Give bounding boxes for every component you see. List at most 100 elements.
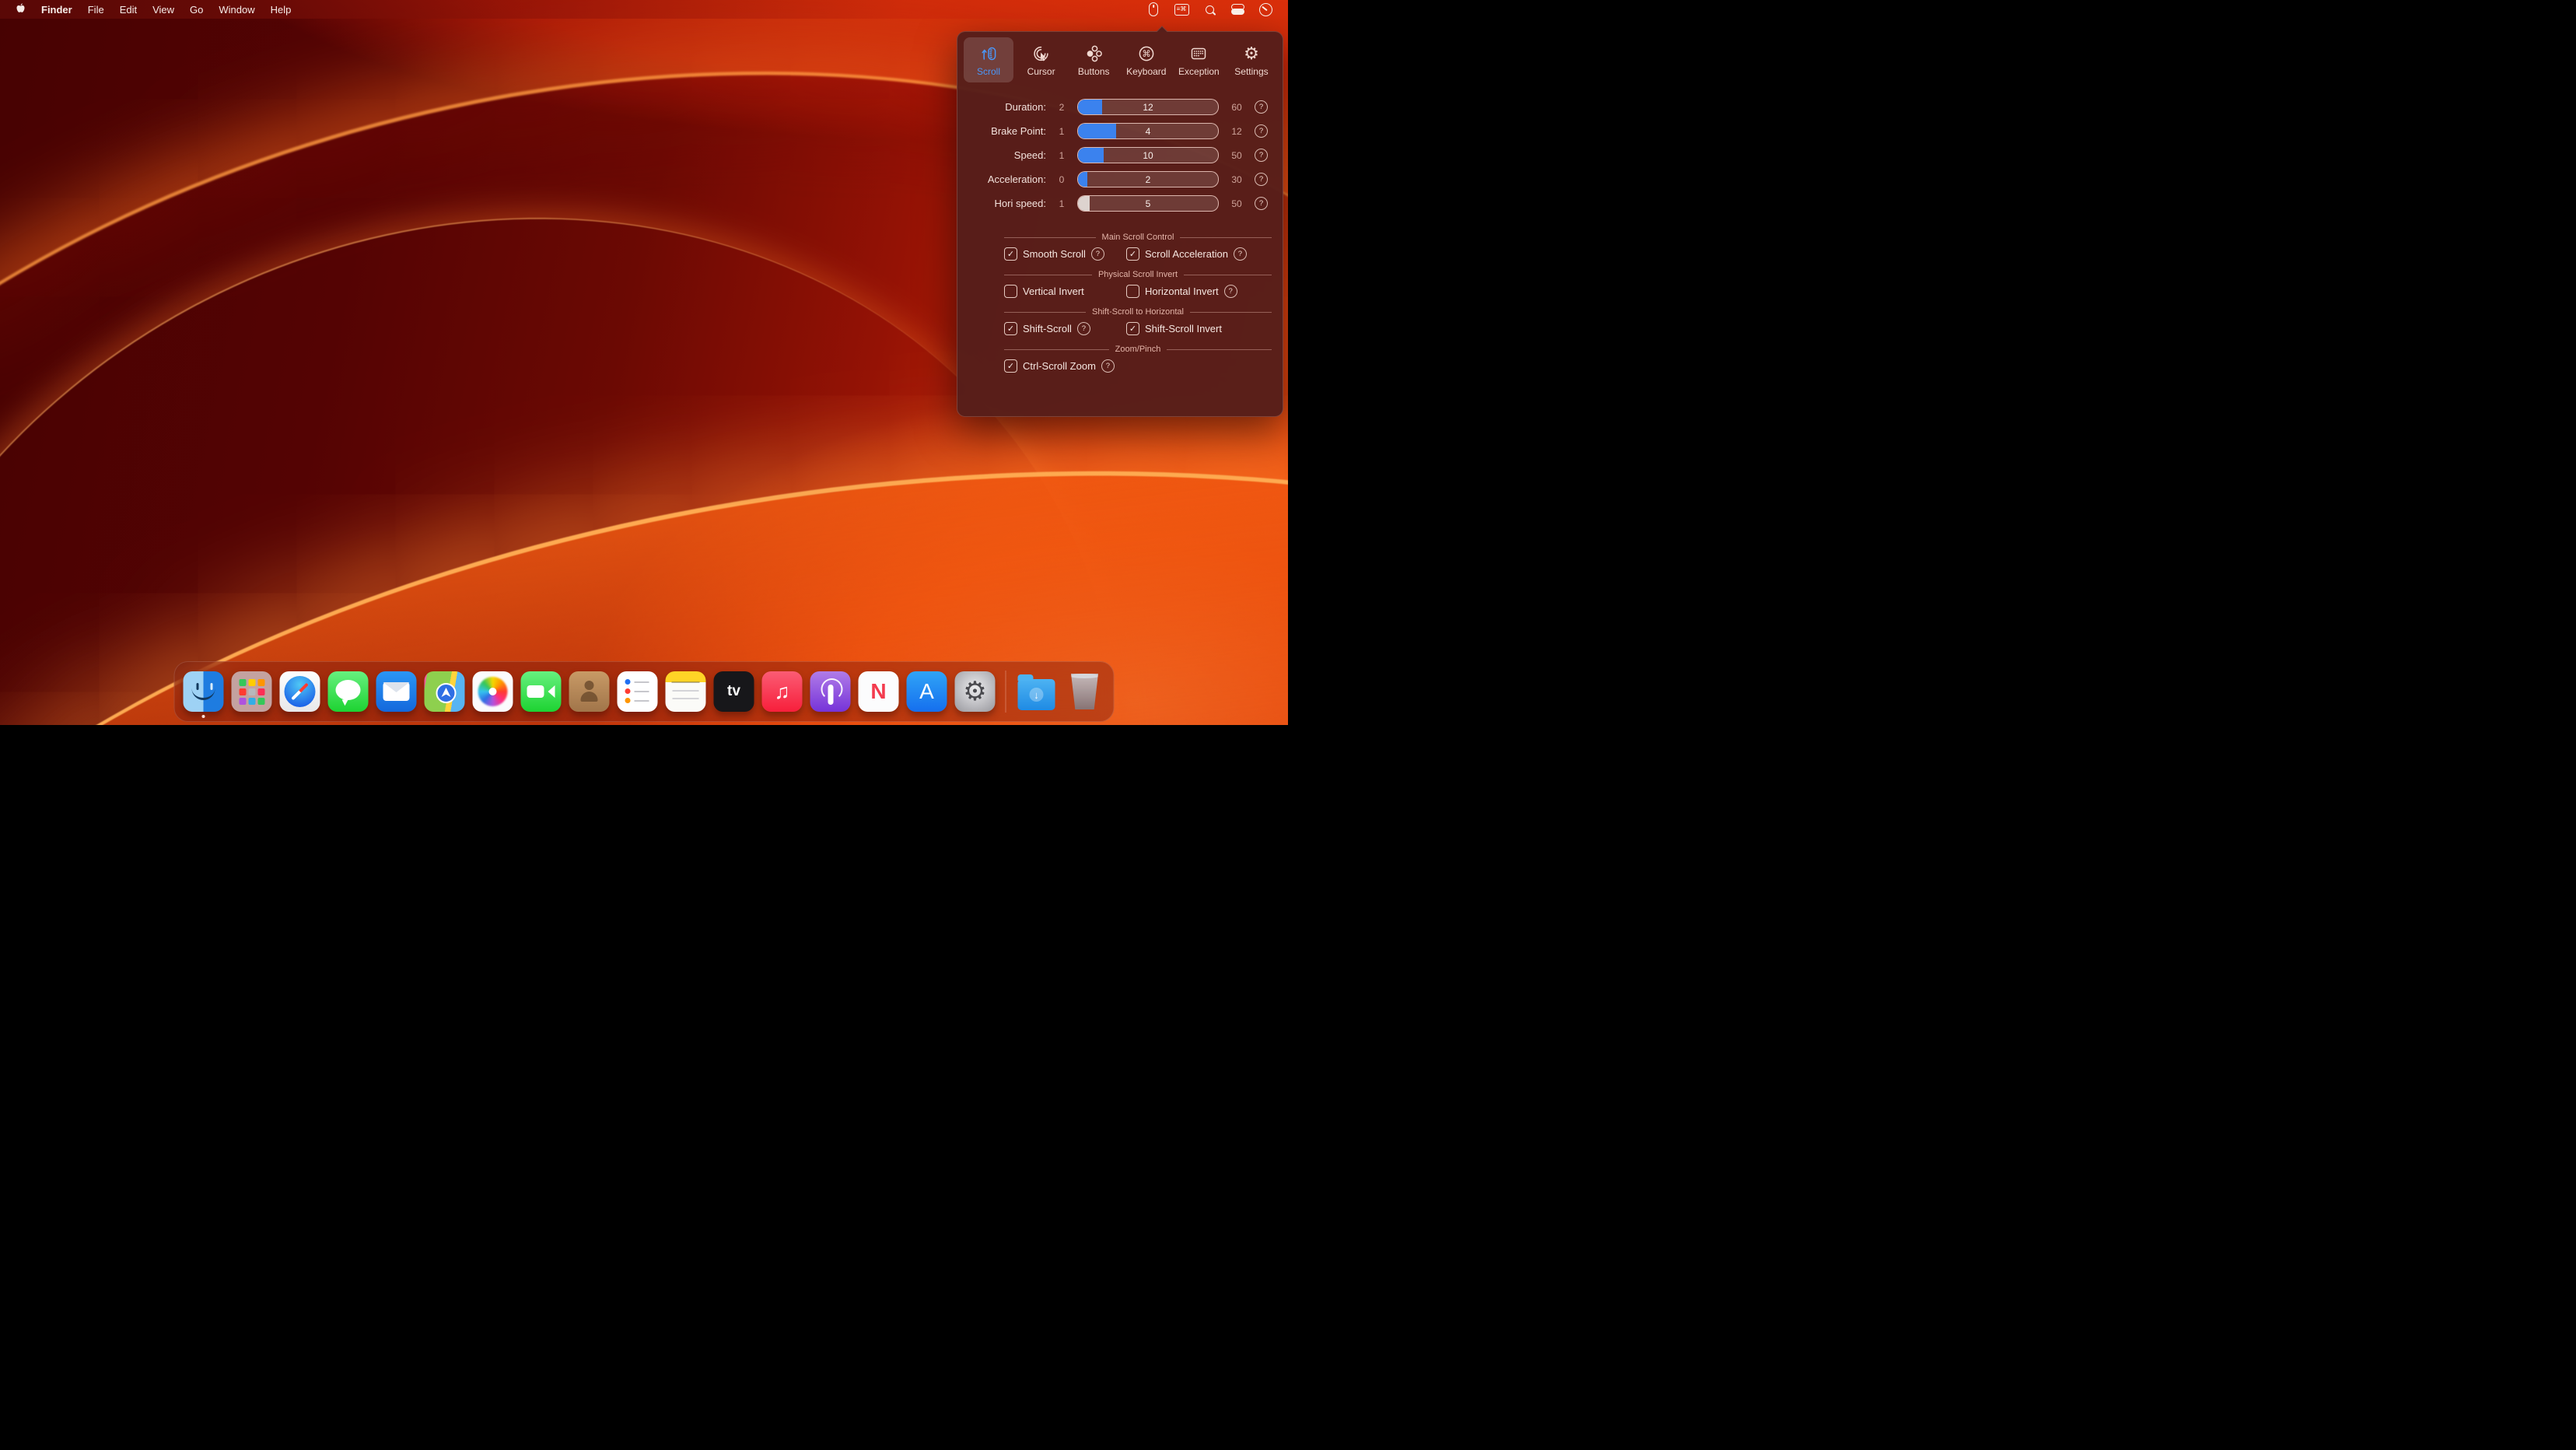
news-letter: N xyxy=(870,679,886,704)
help-icon[interactable]: ? xyxy=(1255,149,1268,162)
tab-settings[interactable]: ⚙ Settings xyxy=(1227,37,1276,82)
tab-buttons[interactable]: Buttons xyxy=(1069,37,1118,82)
menu-go[interactable]: Go xyxy=(182,4,211,16)
scroll-acceleration-checkbox[interactable]: ✓ Scroll Acceleration ? xyxy=(1126,247,1247,261)
acceleration-slider[interactable]: 2 xyxy=(1077,171,1219,187)
music-note-icon: ♫ xyxy=(774,680,789,704)
dock-item-contacts[interactable] xyxy=(567,664,612,719)
smooth-scroll-checkbox[interactable]: ✓ Smooth Scroll ? xyxy=(1004,247,1126,261)
duration-slider[interactable]: 12 xyxy=(1077,99,1219,115)
checkbox-icon[interactable]: ✓ xyxy=(1004,247,1017,261)
shift-scroll-checkbox[interactable]: ✓ Shift-Scroll ? xyxy=(1004,322,1126,335)
tab-exception[interactable]: Exception xyxy=(1174,37,1223,82)
menu-bar: Finder File Edit View Go Window Help xyxy=(0,0,1288,19)
dock-item-notes[interactable] xyxy=(663,664,709,719)
shortcuts-window-icon[interactable] xyxy=(1173,0,1190,19)
checkbox-label: Horizontal Invert xyxy=(1145,285,1219,297)
checkbox-icon[interactable] xyxy=(1004,285,1017,298)
dock-item-mail[interactable] xyxy=(374,664,419,719)
tv-label: tv xyxy=(727,683,740,700)
dock-item-appstore[interactable]: A xyxy=(905,664,950,719)
dock-item-trash[interactable] xyxy=(1062,664,1108,719)
horizontal-invert-checkbox[interactable]: Horizontal Invert ? xyxy=(1126,285,1237,298)
dock-item-downloads[interactable]: ↓ xyxy=(1014,664,1059,719)
spotlight-search-icon[interactable] xyxy=(1201,0,1218,19)
tab-keyboard[interactable]: ⌘ Keyboard xyxy=(1122,37,1171,82)
dock-item-news[interactable]: N xyxy=(856,664,901,719)
checkbox-label: Scroll Acceleration xyxy=(1145,248,1228,260)
help-icon[interactable]: ? xyxy=(1255,173,1268,186)
dock-item-music[interactable]: ♫ xyxy=(760,664,805,719)
section-title: Zoom/Pinch xyxy=(1004,345,1272,354)
dock-item-safari[interactable] xyxy=(278,664,323,719)
menu-window[interactable]: Window xyxy=(211,4,262,16)
dock-item-finder[interactable] xyxy=(181,664,226,719)
podcasts-icon xyxy=(810,671,851,712)
brake-point-slider[interactable]: 4 xyxy=(1077,123,1219,139)
slider-value: 4 xyxy=(1078,124,1218,138)
help-icon[interactable]: ? xyxy=(1234,247,1247,261)
tab-cursor[interactable]: Cursor xyxy=(1017,37,1066,82)
tab-label: Keyboard xyxy=(1126,66,1166,77)
help-icon[interactable]: ? xyxy=(1224,285,1237,298)
checkbox-icon[interactable]: ✓ xyxy=(1126,247,1139,261)
menu-help[interactable]: Help xyxy=(263,4,299,16)
clock-icon[interactable] xyxy=(1257,0,1274,19)
help-icon[interactable]: ? xyxy=(1255,197,1268,210)
checkbox-label: Ctrl-Scroll Zoom xyxy=(1023,360,1096,372)
reminders-icon xyxy=(618,671,658,712)
launchpad-icon xyxy=(232,671,272,712)
running-indicator xyxy=(202,715,205,718)
dock-item-podcasts[interactable] xyxy=(808,664,853,719)
slider-row-brake-point: Brake Point: 1 4 12 ? xyxy=(957,119,1283,143)
checkbox-icon[interactable]: ✓ xyxy=(1004,322,1017,335)
finder-icon xyxy=(184,671,224,712)
vertical-invert-checkbox[interactable]: Vertical Invert xyxy=(1004,285,1126,298)
help-icon[interactable]: ? xyxy=(1091,247,1104,261)
slider-value: 5 xyxy=(1078,196,1218,211)
help-icon[interactable]: ? xyxy=(1255,100,1268,114)
tab-scroll[interactable]: Scroll xyxy=(964,37,1013,82)
checkbox-icon[interactable] xyxy=(1126,285,1139,298)
menu-file[interactable]: File xyxy=(80,4,112,16)
app-menu-title[interactable]: Finder xyxy=(33,4,80,16)
popover-arrow xyxy=(1154,25,1168,32)
menu-edit[interactable]: Edit xyxy=(112,4,145,16)
slider-row-hori-speed: Hori speed: 1 5 50 ? xyxy=(957,191,1283,215)
help-icon[interactable]: ? xyxy=(1077,322,1090,335)
mouse-icon[interactable] xyxy=(1145,0,1162,19)
slider-row-duration: Duration: 2 12 60 ? xyxy=(957,95,1283,119)
hori-speed-slider[interactable]: 5 xyxy=(1077,195,1219,212)
help-icon[interactable]: ? xyxy=(1101,359,1115,373)
menu-view[interactable]: View xyxy=(145,4,182,16)
dock-item-facetime[interactable] xyxy=(519,664,564,719)
contacts-icon xyxy=(569,671,610,712)
dock-item-photos[interactable] xyxy=(471,664,516,719)
mos-preferences-popover: Scroll Cursor Buttons ⌘ Keyboard xyxy=(957,31,1283,417)
dock-item-launchpad[interactable] xyxy=(229,664,275,719)
dock-item-messages[interactable] xyxy=(326,664,371,719)
checkbox-icon[interactable]: ✓ xyxy=(1126,322,1139,335)
slider-min: 1 xyxy=(1052,150,1071,161)
control-center-icon[interactable] xyxy=(1229,0,1246,19)
slider-min: 1 xyxy=(1052,126,1071,137)
appstore-icon: A xyxy=(907,671,947,712)
checkbox-row: ✓ Smooth Scroll ? ✓ Scroll Acceleration … xyxy=(957,242,1283,262)
tab-label: Scroll xyxy=(977,66,1000,77)
scroll-wheel-icon xyxy=(979,44,998,64)
slider-label: Speed: xyxy=(968,149,1046,161)
dock-item-maps[interactable] xyxy=(422,664,467,719)
apple-menu[interactable] xyxy=(8,0,33,19)
checkbox-row: Vertical Invert Horizontal Invert ? xyxy=(957,279,1283,299)
tab-label: Cursor xyxy=(1027,66,1055,77)
command-key-icon: ⌘ xyxy=(1137,44,1156,64)
dock-item-system-preferences[interactable]: ⚙ xyxy=(953,664,998,719)
checkbox-icon[interactable]: ✓ xyxy=(1004,359,1017,373)
downloads-folder-icon: ↓ xyxy=(1018,679,1055,710)
help-icon[interactable]: ? xyxy=(1255,124,1268,138)
ctrl-scroll-zoom-checkbox[interactable]: ✓ Ctrl-Scroll Zoom ? xyxy=(1004,359,1115,373)
shift-scroll-invert-checkbox[interactable]: ✓ Shift-Scroll Invert xyxy=(1126,322,1222,335)
dock-item-reminders[interactable] xyxy=(615,664,660,719)
dock-item-tv[interactable]: tv xyxy=(712,664,757,719)
speed-slider[interactable]: 10 xyxy=(1077,147,1219,163)
